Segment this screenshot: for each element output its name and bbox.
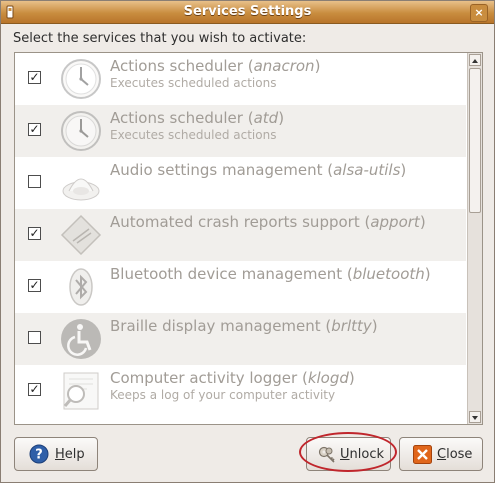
service-checkbox[interactable] (28, 331, 41, 344)
clock-icon (59, 57, 103, 101)
services-list[interactable]: ✓ Actions scheduler (anacron) Executes sch… (14, 52, 483, 425)
help-icon: ? (29, 444, 49, 464)
service-name: Bluetooth device management (bluetooth) (110, 265, 431, 283)
service-name: Computer activity logger (klogd) (110, 369, 355, 387)
clock-icon (59, 109, 103, 153)
service-name: Actions scheduler (atd) (110, 109, 285, 127)
title-bar[interactable]: Services Settings × (1, 1, 494, 24)
crash-report-icon (59, 213, 103, 257)
service-name: Audio settings management (alsa-utils) (110, 161, 407, 179)
service-name: Actions scheduler (anacron) (110, 57, 321, 75)
bluetooth-icon (59, 265, 103, 309)
service-checkbox[interactable]: ✓ (28, 227, 41, 240)
service-row[interactable]: ✓ Actions scheduler (anacron) Executes sch… (15, 53, 466, 105)
service-checkbox[interactable] (28, 175, 41, 188)
service-checkbox[interactable]: ✓ (28, 279, 41, 292)
window-title: Services Settings (183, 4, 312, 19)
service-row[interactable]: ✓ Bluetooth device management (bluetooth) (15, 261, 466, 313)
service-row[interactable]: Braille display management (brltty) (15, 313, 466, 365)
list-scrollbar[interactable] (467, 53, 482, 424)
services-rows: ✓ Actions scheduler (anacron) Executes sch… (15, 53, 466, 417)
service-row[interactable]: ✓ Automated crash reports support (apport… (15, 209, 466, 261)
close-icon (413, 445, 432, 464)
service-row[interactable]: ✓ Actions scheduler (atd) Executes schedul… (15, 105, 466, 157)
unlock-highlight-ring (299, 432, 397, 472)
service-name: Automated crash reports support (apport) (110, 213, 426, 231)
service-description: Executes scheduled actions (110, 76, 277, 90)
service-row[interactable]: ✓ Computer activity logger (klogd) Keeps a… (15, 365, 466, 417)
window-close-icon[interactable]: × (470, 4, 488, 22)
services-settings-window: Services Settings × Select the services … (0, 0, 495, 483)
scroll-up-arrow-icon[interactable] (469, 54, 481, 66)
service-row[interactable]: Audio settings management (alsa-utils) (15, 157, 466, 209)
close-button[interactable]: Close (399, 437, 483, 471)
svg-text:?: ? (35, 448, 43, 463)
service-description: Executes scheduled actions (110, 128, 277, 142)
accessibility-icon (59, 317, 103, 361)
service-checkbox[interactable]: ✓ (28, 383, 41, 396)
scrollbar-thumb[interactable] (469, 68, 481, 213)
service-name: Braille display management (brltty) (110, 317, 378, 335)
speaker-icon (59, 161, 103, 205)
service-checkbox[interactable]: ✓ (28, 123, 41, 136)
help-button[interactable]: ? Help (14, 437, 98, 471)
help-label: Help (55, 447, 85, 462)
scroll-down-arrow-icon[interactable] (469, 411, 481, 423)
instructions-label: Select the services that you wish to act… (13, 31, 307, 46)
log-viewer-icon (59, 369, 103, 413)
service-checkbox[interactable]: ✓ (28, 71, 41, 84)
close-label: Close (437, 447, 473, 462)
service-description: Keeps a log of your computer activity (110, 388, 336, 402)
